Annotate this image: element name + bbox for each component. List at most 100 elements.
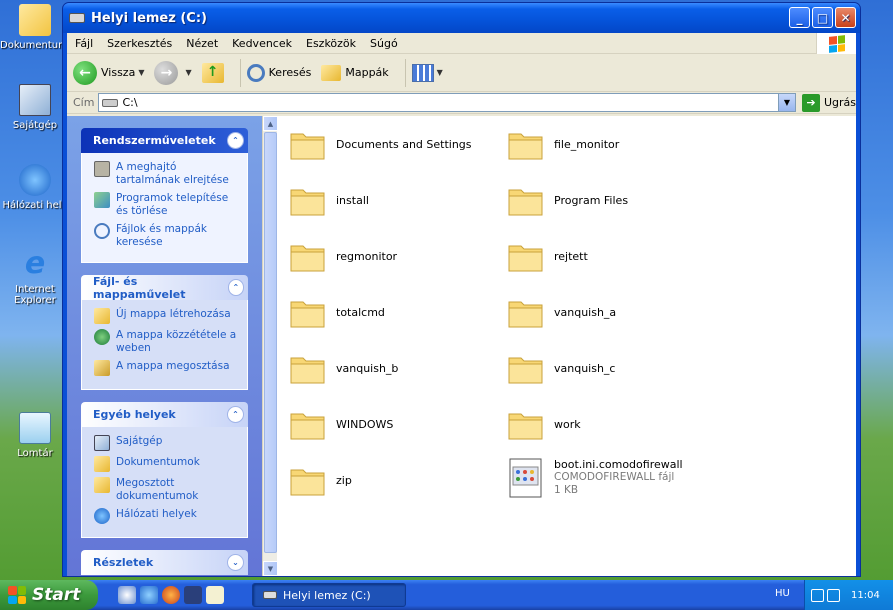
window-controls: _ □ ✕	[789, 7, 856, 28]
internet-explorer-icon[interactable]	[140, 586, 158, 604]
task-label: Új mappa létrehozása	[116, 308, 231, 320]
folder-item[interactable]: totalcmd	[289, 296, 385, 329]
menu-help[interactable]: Súgó	[370, 37, 398, 50]
folder-item[interactable]: install	[289, 184, 369, 217]
panel-title: Rendszerműveletek	[93, 134, 216, 147]
menu-tools[interactable]: Eszközök	[306, 37, 356, 50]
desktop-icon-label: Internet Explorer	[14, 284, 56, 306]
taskbar-window-button[interactable]: Helyi lemez (C:)	[252, 583, 406, 607]
panel-header[interactable]: Rendszerműveletek ⌃	[81, 128, 248, 153]
folder-item[interactable]: vanquish_b	[289, 352, 398, 385]
panel-header[interactable]: Fájl- és mappaművelet ⌃	[81, 275, 248, 301]
place-label: Hálózati helyek	[116, 508, 197, 520]
file-list: Documents and Settings file_monitor inst…	[277, 116, 856, 576]
back-button[interactable]: ← Vissza ▼	[73, 60, 144, 85]
firewall-icon[interactable]	[811, 588, 824, 602]
clock[interactable]: 11:04	[851, 590, 880, 601]
file-size: 1 KB	[554, 484, 579, 496]
file-name: vanquish_b	[336, 362, 399, 375]
menu-edit[interactable]: Szerkesztés	[107, 37, 172, 50]
start-button[interactable]: Start	[0, 580, 98, 610]
menu-favorites[interactable]: Kedvencek	[232, 37, 292, 50]
desktop-icon-network[interactable]: Hálózati hely	[0, 164, 70, 211]
network-status-icon[interactable]	[827, 588, 840, 602]
task-pane-scrollbar[interactable]: ▲ ▼	[262, 116, 278, 576]
panel-details: Részletek ⌄	[81, 550, 248, 575]
folder-item[interactable]: zip	[289, 464, 352, 497]
language-indicator[interactable]: HU	[775, 588, 790, 599]
go-button[interactable]: ➔ Ugrás	[801, 93, 856, 112]
menu-file[interactable]: Fájl	[75, 37, 93, 50]
place-label: Megosztott dokumentumok	[116, 477, 199, 502]
folder-icon	[19, 4, 51, 36]
desktop-icon-documents[interactable]: Dokumentumo	[0, 4, 74, 51]
close-button[interactable]: ✕	[835, 7, 856, 28]
folder-item[interactable]: vanquish_c	[507, 352, 615, 385]
firefox-icon[interactable]	[162, 586, 180, 604]
antivirus-icon[interactable]	[118, 586, 136, 604]
desktop-icon-recycle-bin[interactable]: Lomtár	[0, 412, 70, 459]
scroll-down-icon[interactable]: ▼	[263, 561, 278, 576]
desktop-icon-my-computer[interactable]: Sajátgép	[0, 84, 70, 131]
scroll-thumb[interactable]	[264, 132, 277, 553]
save-icon[interactable]	[184, 586, 202, 604]
file-item[interactable]: boot.ini.comodofirewall COMODOFIREWALL f…	[507, 458, 683, 498]
folder-item[interactable]: Program Files	[507, 184, 628, 217]
chevron-down-icon[interactable]: ▼	[777, 94, 795, 111]
folder-item[interactable]: regmonitor	[289, 240, 397, 273]
folder-item[interactable]: file_monitor	[507, 128, 619, 161]
menu-view[interactable]: Nézet	[186, 37, 218, 50]
task-search[interactable]: Fájlok és mappák keresése	[94, 223, 241, 249]
place-network[interactable]: Hálózati helyek	[94, 508, 241, 524]
chevron-down-icon[interactable]: ▼	[138, 68, 144, 77]
file-name: regmonitor	[336, 250, 398, 263]
place-shared-documents[interactable]: Megosztott dokumentumok	[94, 477, 241, 503]
chevron-up-icon[interactable]: ⌃	[227, 132, 244, 149]
forward-button[interactable]: → ▼	[154, 60, 192, 85]
file-name: WINDOWS	[336, 418, 394, 431]
chevron-down-icon[interactable]: ⌄	[227, 554, 244, 571]
folder-item[interactable]: work	[507, 408, 581, 441]
minimize-button[interactable]: _	[789, 7, 810, 28]
scroll-up-icon[interactable]: ▲	[263, 116, 278, 131]
desktop-icon-ie[interactable]: e Internet Explorer	[0, 248, 70, 307]
toolbar-separator	[404, 58, 406, 87]
views-button[interactable]: ▼	[411, 63, 443, 82]
chevron-up-icon[interactable]: ⌃	[227, 279, 244, 296]
title-bar[interactable]: Helyi lemez (C:) _ □ ✕	[63, 3, 860, 33]
drive-icon	[263, 591, 277, 599]
folder-item[interactable]: vanquish_a	[507, 296, 616, 329]
place-documents[interactable]: Dokumentumok	[94, 456, 241, 472]
notepad-icon[interactable]	[206, 586, 224, 604]
search-button[interactable]: Keresés	[246, 63, 312, 82]
task-new-folder[interactable]: Új mappa létrehozása	[94, 308, 241, 324]
folder-icon	[508, 301, 543, 328]
back-label: Vissza	[101, 66, 136, 79]
menu-bar: Fájl Szerkesztés Nézet Kedvencek Eszközö…	[67, 33, 856, 54]
panel-header[interactable]: Részletek ⌄	[81, 550, 248, 575]
task-add-remove-programs[interactable]: Programok telepítése és törlése	[94, 192, 241, 218]
up-button[interactable]: ↑	[201, 62, 224, 83]
panel-header[interactable]: Egyéb helyek ⌃	[81, 402, 248, 427]
quick-launch	[118, 586, 224, 604]
task-share-folder[interactable]: A mappa megosztása	[94, 360, 241, 376]
chevron-down-icon[interactable]: ▼	[437, 68, 443, 77]
folder-icon	[290, 133, 325, 160]
folder-item[interactable]: rejtett	[507, 240, 588, 273]
place-my-computer[interactable]: Sajátgép	[94, 435, 241, 451]
task-publish-web[interactable]: A mappa közzététele a weben	[94, 329, 241, 355]
panel-system-tasks: Rendszerműveletek ⌃ A meghajtó tartalmán…	[81, 128, 248, 263]
drive-icon	[69, 13, 85, 23]
task-hide-drive[interactable]: A meghajtó tartalmának elrejtése	[94, 161, 241, 187]
forward-arrow-icon: →	[154, 60, 179, 85]
folder-item[interactable]: WINDOWS	[289, 408, 393, 441]
folders-button[interactable]: Mappák	[321, 64, 389, 81]
search-label: Keresés	[268, 66, 312, 79]
chevron-down-icon[interactable]: ▼	[185, 68, 191, 77]
maximize-button[interactable]: □	[812, 7, 833, 28]
folder-item[interactable]: Documents and Settings	[289, 128, 472, 161]
address-input[interactable]: C:\ ▼	[98, 93, 796, 112]
desktop-icon-label: Lomtár	[17, 448, 53, 459]
chevron-up-icon[interactable]: ⌃	[227, 406, 244, 423]
folder-up-icon: ↑	[201, 62, 224, 83]
